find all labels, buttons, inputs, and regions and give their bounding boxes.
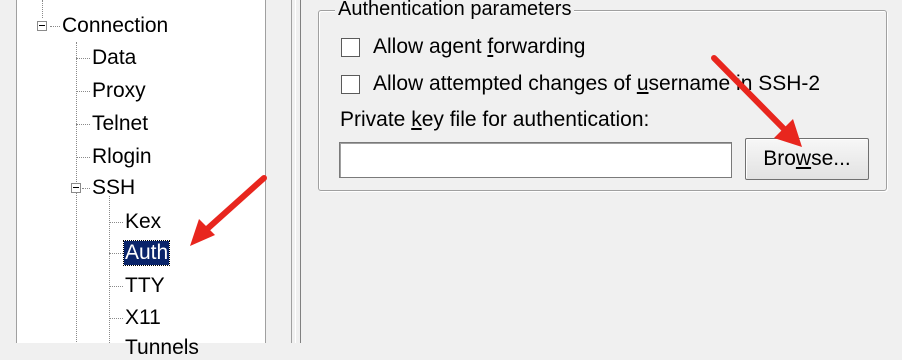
agent-forwarding-checkbox[interactable]	[341, 38, 360, 57]
tree-item-kex[interactable]: Kex	[124, 210, 162, 234]
tree-item-tty[interactable]: TTY	[124, 274, 166, 298]
tree-line	[109, 286, 123, 287]
tree-line	[82, 188, 90, 189]
tree-item-x11[interactable]: X11	[124, 306, 162, 330]
splitter-edge	[291, 0, 296, 343]
tree-line	[109, 253, 123, 254]
tree-line	[76, 157, 90, 158]
tree-item-tunnels[interactable]: Tunnels	[124, 336, 200, 360]
tree-line	[50, 26, 60, 27]
browse-button[interactable]: Bro w se...	[745, 138, 869, 180]
tree-line	[76, 91, 90, 92]
tree-line	[42, 0, 43, 18]
tree-item-auth[interactable]: Auth	[122, 240, 171, 266]
tree-item-rlogin[interactable]: Rlogin	[91, 145, 153, 169]
tree-item-ssh[interactable]: SSH	[91, 176, 136, 200]
username-changes-checkbox[interactable]	[341, 75, 360, 94]
category-tree[interactable]: Connection Data Proxy Telnet Rlogin SSH …	[17, 0, 266, 359]
tree-item-proxy[interactable]: Proxy	[91, 79, 147, 103]
key-file-input[interactable]	[339, 142, 732, 178]
left-window-edge	[0, 0, 17, 343]
tree-line	[109, 196, 110, 343]
key-file-label: Private key file for authentication:	[340, 108, 650, 131]
tree-line	[76, 124, 90, 125]
group-title: Authentication parameters	[335, 0, 575, 20]
tree-item-telnet[interactable]: Telnet	[91, 112, 149, 136]
tree-expander-minus-icon[interactable]	[71, 183, 81, 193]
tree-item-data[interactable]: Data	[91, 46, 137, 70]
username-changes-label[interactable]: Allow attempted changes of username in S…	[373, 72, 820, 96]
tree-line	[76, 58, 90, 59]
agent-forwarding-label[interactable]: Allow agent forwarding	[373, 35, 585, 59]
tree-item-connection[interactable]: Connection	[61, 14, 169, 38]
tree-expander-minus-icon[interactable]	[37, 21, 47, 31]
tree-line	[109, 222, 123, 223]
tree-line	[109, 318, 123, 319]
